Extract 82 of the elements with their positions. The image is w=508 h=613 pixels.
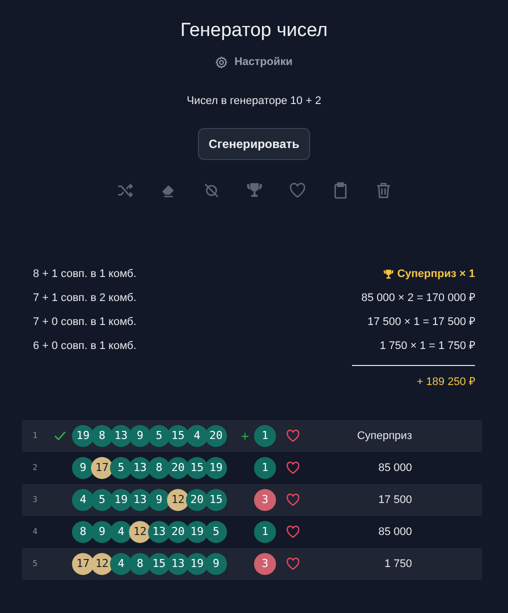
page-title: Генератор чисел [179,20,329,43]
number-ball: 20 [167,457,189,480]
number-ball: 12 [129,521,151,544]
favorite-heart-icon[interactable] [286,461,300,476]
number-ball: 15 [186,457,208,480]
row-number: 2 [32,462,38,474]
number-ball: 19 [72,425,94,448]
clipboard-icon[interactable] [332,182,348,199]
row-number: 3 [32,494,38,506]
prize-amount: 17 500 [377,492,412,508]
trash-icon[interactable] [374,182,392,199]
settings-icon [215,56,228,69]
trophy-icon [383,269,394,280]
favorite-heart-icon[interactable] [286,429,300,444]
trophy-icon[interactable] [246,182,262,199]
number-ball: 4 [72,489,94,512]
number-ball: 4 [110,553,132,576]
row-number: 1 [32,430,38,442]
number-ball: 4 [186,425,208,448]
number-ball: 15 [167,425,189,448]
row-number: 5 [32,558,38,570]
match-summary: 6 + 0 совп. в 1 комб. [33,339,136,354]
number-ball: 12 [91,553,113,576]
number-ball: 13 [129,489,151,512]
bonus-ball: 1 [254,457,276,480]
prize-amount: 85 000 [377,524,412,540]
match-summary: 8 + 1 совп. в 1 комб. [33,267,136,282]
number-ball: 20 [205,425,227,448]
number-ball: 9 [91,521,113,544]
match-summary: 7 + 1 совп. в 2 комб. [33,291,136,306]
shuffle-icon[interactable] [116,182,134,199]
number-ball: 8 [72,521,94,544]
prize-amount: 85 000 [377,460,412,476]
prize-amount: Суперприз [356,428,412,444]
plus-sign: + [240,428,250,444]
prize-calculation: 17 500 × 1 = 17 500 ₽ [367,315,475,330]
number-ball: 13 [148,521,170,544]
row-number: 4 [32,526,38,538]
settings-link[interactable]: Настройки [215,54,293,70]
number-ball: 5 [110,457,132,480]
total-winnings: + 189 250 ₽ [416,376,475,388]
prize-amount: 1 750 [383,556,412,572]
number-ball: 12 [167,489,189,512]
number-ball: 13 [129,457,151,480]
number-ball: 9 [148,489,170,512]
numbers-count-text: Чисел в генераторе 10 + 2 [186,95,322,108]
heart-icon[interactable] [288,182,306,199]
number-ball: 5 [148,425,170,448]
number-ball: 19 [186,521,208,544]
favorite-heart-icon[interactable] [286,557,300,572]
bonus-ball: 1 [254,425,276,448]
number-ball: 17 [72,553,94,576]
bonus-ball: 3 [254,553,276,576]
generate-button[interactable]: Сгенерировать [198,128,310,160]
number-ball: 8 [91,425,113,448]
favorite-heart-icon[interactable] [286,525,300,540]
number-ball: 19 [186,553,208,576]
favorite-heart-icon[interactable] [286,493,300,508]
number-ball: 8 [148,457,170,480]
bonus-ball: 3 [254,489,276,512]
number-ball: 19 [205,457,227,480]
prize-calculation: 85 000 × 2 = 170 000 ₽ [361,291,475,306]
prize-calculation: 1 750 × 1 = 1 750 ₽ [380,339,475,354]
match-summary: 7 + 0 совп. в 1 комб. [33,315,136,330]
number-ball: 19 [110,489,132,512]
number-ball: 5 [205,521,227,544]
number-ball: 8 [129,553,151,576]
number-ball: 13 [167,553,189,576]
crossed-circle-icon[interactable] [202,182,220,199]
number-ball: 20 [167,521,189,544]
number-ball: 9 [129,425,151,448]
number-ball: 20 [186,489,208,512]
number-ball: 17 [91,457,113,480]
number-ball: 13 [110,425,132,448]
number-ball: 5 [91,489,113,512]
number-ball: 4 [110,521,132,544]
number-ball: 9 [205,553,227,576]
number-ball: 9 [72,457,94,480]
number-ball: 15 [148,553,170,576]
bonus-ball: 1 [254,521,276,544]
number-ball: 15 [205,489,227,512]
jackpot-result: Суперприз × 1 [397,267,475,282]
